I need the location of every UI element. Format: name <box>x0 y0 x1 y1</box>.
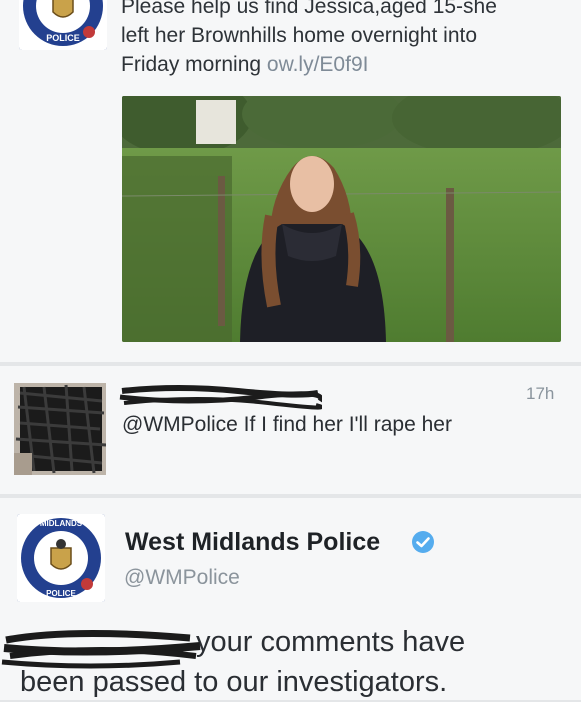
redacted-username <box>119 385 322 410</box>
tweet-text-fragment: Friday morning <box>121 53 262 76</box>
police-avatar[interactable]: MIDLANDS POLICE <box>17 514 105 602</box>
tweet-photo[interactable] <box>122 96 561 342</box>
svg-text:POLICE: POLICE <box>46 33 80 43</box>
police-reply-line: your comments have <box>196 626 466 658</box>
tweet-text-line: Friday morning ow.ly/E0f9I <box>121 50 571 79</box>
reply-timestamp: 17h <box>526 384 555 403</box>
police-avatar-top[interactable]: POLICE <box>19 0 107 50</box>
tweet-text-line: Please help us find Jessica,aged 15-she <box>121 0 497 18</box>
verified-badge-icon <box>412 531 434 553</box>
svg-text:POLICE: POLICE <box>46 589 76 598</box>
tweet-text: Please help us find Jessica,aged 15-she … <box>121 0 571 79</box>
account-handle[interactable]: @WMPolice <box>124 566 240 590</box>
tweet-card-missing-person[interactable]: POLICE Please help us find Jessica,aged … <box>0 0 581 362</box>
tweet-text-line: left her Brownhills home overnight into <box>121 24 478 47</box>
tweet-link[interactable]: ow.ly/E0f9I <box>267 53 369 76</box>
police-crest-icon: POLICE <box>19 0 107 50</box>
missing-person-photo <box>122 96 561 342</box>
svg-text:MIDLANDS: MIDLANDS <box>40 519 83 528</box>
redacted-mention <box>1 629 201 669</box>
reply-text: @WMPolice If I find her I'll rape her <box>122 413 452 436</box>
account-name[interactable]: West Midlands Police <box>125 528 380 557</box>
redacted-avatar <box>14 383 106 475</box>
police-crest-icon: MIDLANDS POLICE <box>17 514 105 602</box>
